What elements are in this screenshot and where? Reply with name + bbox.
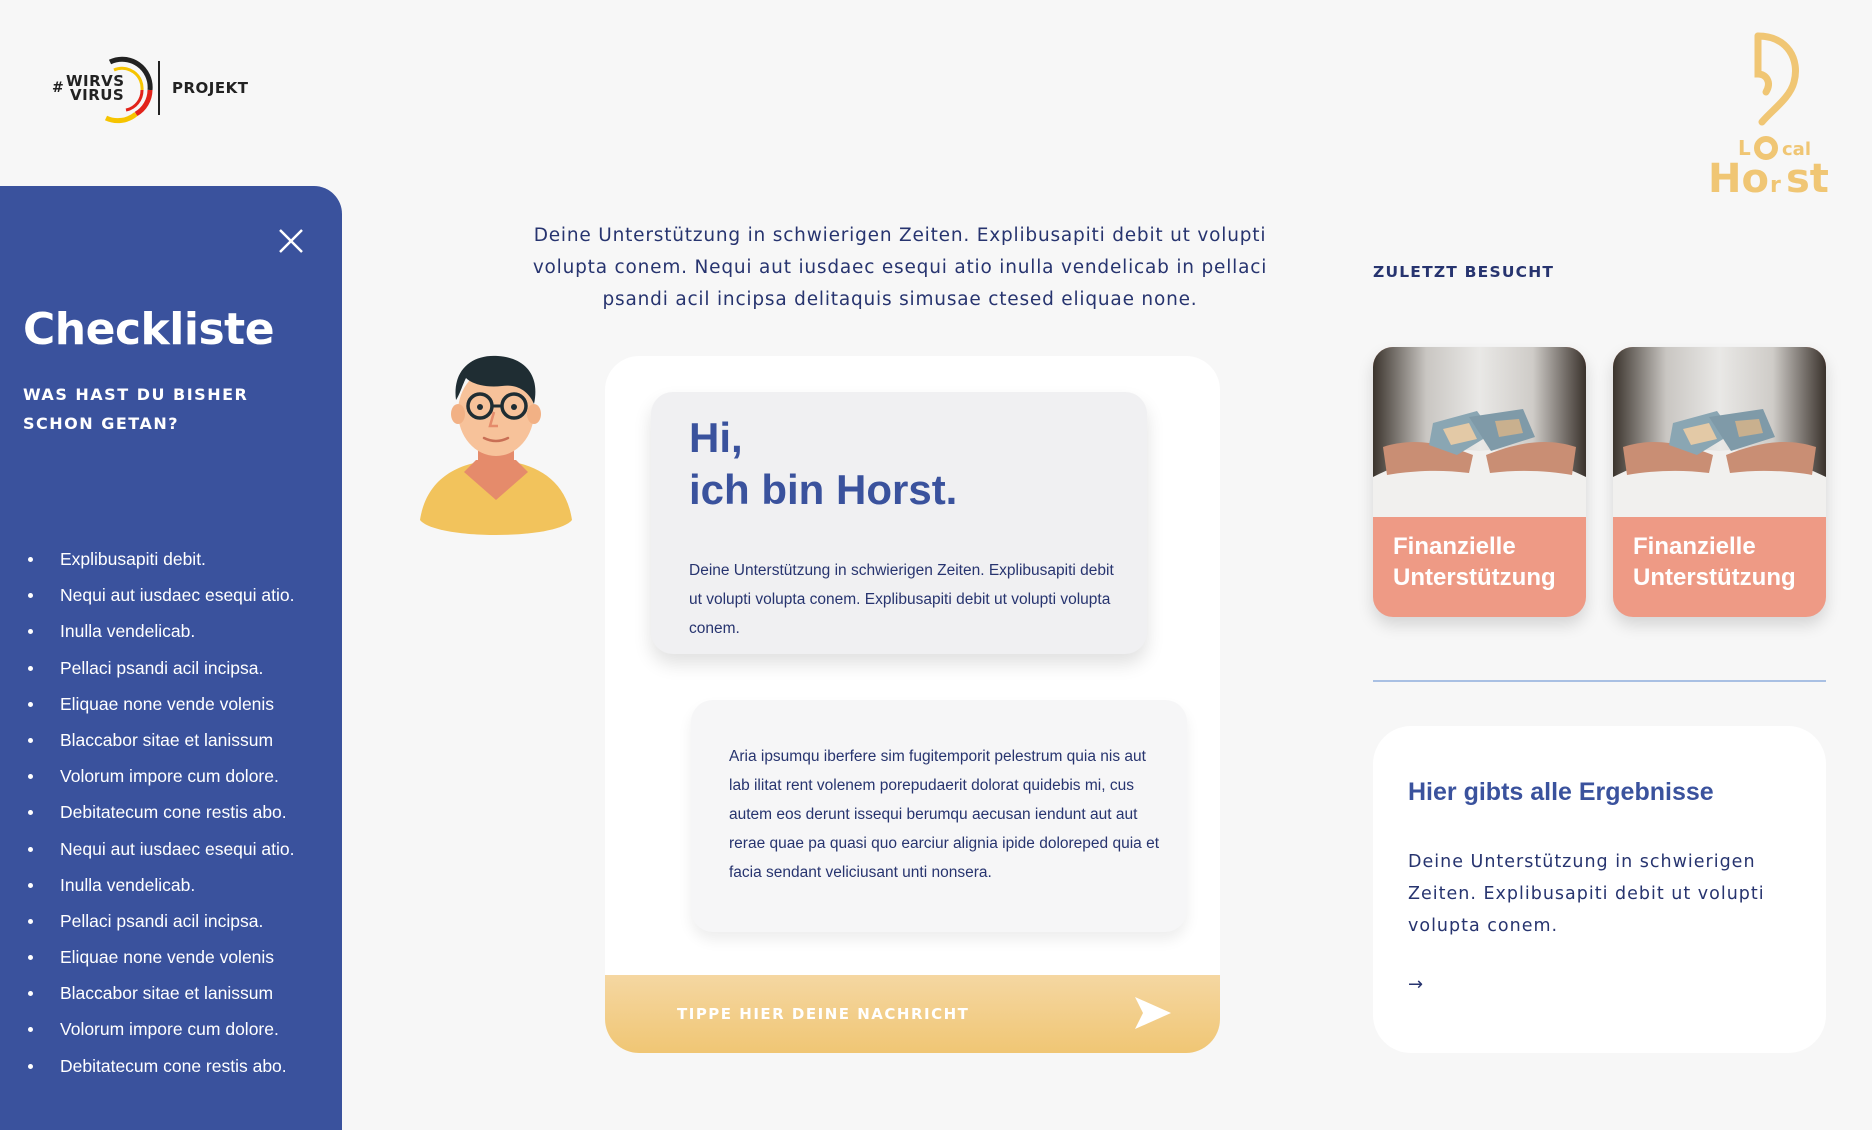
checklist-sidebar: Checkliste WAS HAST DU BISHER SCHON GETA… (0, 186, 342, 1130)
recent-card[interactable]: Finanzielle Unterstützung (1613, 347, 1826, 617)
chat-message-1: Deine Unterstützung in schwierigen Zeite… (689, 562, 1114, 637)
checklist-item[interactable]: Eliquae none vende volenis (28, 939, 294, 975)
money-hands-image (1613, 347, 1826, 517)
recent-card[interactable]: Finanzielle Unterstützung (1373, 347, 1586, 617)
wirvsvirus-logo[interactable]: # WIRVS VIRUS PROJEKT (52, 52, 248, 124)
horst-avatar (420, 355, 572, 535)
logo-separator (158, 61, 160, 115)
checklist-item[interactable]: Pellaci psandi acil incipsa. (28, 903, 294, 939)
money-hands-image (1373, 347, 1586, 517)
checklist-item[interactable]: Blaccabor sitae et lanissum (28, 975, 294, 1011)
intro-text: Deine Unterstützung in schwierigen Zeite… (532, 225, 1268, 310)
close-icon[interactable] (272, 222, 310, 260)
checklist-item[interactable]: Eliquae none vende volenis (28, 686, 294, 722)
chat-bubble-bot: Hi, ich bin Horst. Deine Unterstützung i… (651, 392, 1147, 654)
logo-hash: # (52, 80, 65, 96)
logo-suffix: PROJEKT (172, 79, 249, 97)
greeting-line1: Hi, (689, 414, 743, 461)
checklist-item[interactable]: Blaccabor sitae et lanissum (28, 722, 294, 758)
checklist-item[interactable]: Debitatecum cone restis abo. (28, 794, 294, 830)
svg-text:st: st (1786, 156, 1829, 200)
card-label: Finanzielle Unterstützung (1633, 533, 1796, 591)
checklist-item[interactable]: Nequi aut iusdaec esequi atio. (28, 831, 294, 867)
results-text: Deine Unterstützung in schwierigen Zeite… (1408, 852, 1765, 936)
checklist-list: Explibusapiti debit. Nequi aut iusdaec e… (28, 541, 294, 1084)
checklist-item[interactable]: Explibusapiti debit. (28, 541, 294, 577)
results-title: Hier gibts alle Ergebnisse (1408, 778, 1714, 806)
checklist-item[interactable]: Inulla vendelicab. (28, 613, 294, 649)
local-horst-logo[interactable]: L cal Ho r st (1700, 30, 1840, 200)
flag-ring-icon (104, 56, 153, 124)
checklist-subtitle: WAS HAST DU BISHER SCHON GETAN? (23, 385, 249, 433)
message-input[interactable] (677, 1001, 1077, 1027)
chat-greeting: Hi, ich bin Horst. (689, 412, 957, 516)
greeting-line2: ich bin Horst. (689, 466, 958, 513)
chat-message-2: Aria ipsumqu iberfere sim fugitemporit p… (729, 748, 1160, 881)
checklist-item[interactable]: Inulla vendelicab. (28, 867, 294, 903)
send-icon[interactable] (1133, 995, 1173, 1031)
message-bar (605, 975, 1220, 1053)
checklist-item[interactable]: Volorum impore cum dolore. (28, 758, 294, 794)
arrow-right-icon[interactable]: → (1408, 974, 1423, 995)
svg-text:r: r (1770, 173, 1781, 198)
checklist-item[interactable]: Pellaci psandi acil incipsa. (28, 650, 294, 686)
checklist-title: Checkliste (23, 304, 275, 355)
checklist-item[interactable]: Nequi aut iusdaec esequi atio. (28, 577, 294, 613)
card-label: Finanzielle Unterstützung (1393, 533, 1556, 591)
divider (1373, 680, 1826, 682)
svg-text:Ho: Ho (1708, 156, 1769, 200)
wirvsvirus-mark: # WIRVS VIRUS (52, 52, 158, 124)
results-card[interactable]: Hier gibts alle Ergebnisse Deine Unterst… (1373, 726, 1826, 1053)
checklist-item[interactable]: Volorum impore cum dolore. (28, 1011, 294, 1047)
recent-title: ZULETZT BESUCHT (1373, 263, 1555, 281)
chat-panel: Hi, ich bin Horst. Deine Unterstützung i… (605, 356, 1220, 1053)
chat-bubble-bot: Aria ipsumqu iberfere sim fugitemporit p… (691, 700, 1187, 932)
checklist-item[interactable]: Debitatecum cone restis abo. (28, 1048, 294, 1084)
